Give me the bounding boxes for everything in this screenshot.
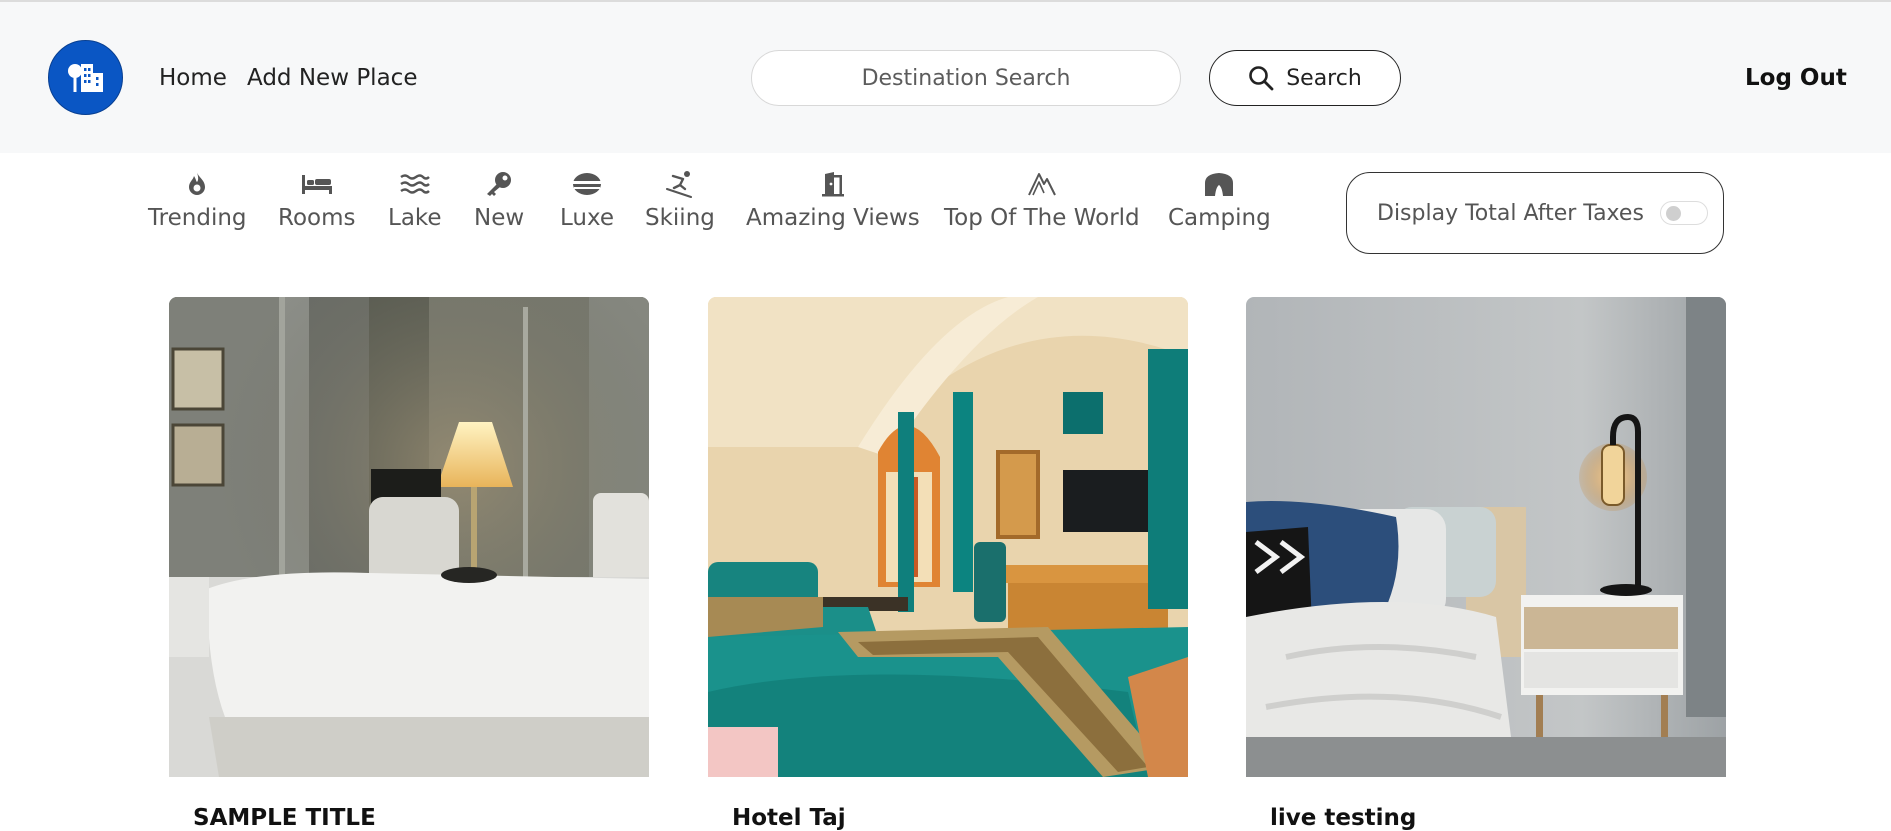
search-button[interactable]: Search — [1209, 50, 1401, 106]
filter-luxe[interactable]: Luxe — [560, 167, 614, 231]
listing-image[interactable] — [169, 297, 649, 777]
listing-title[interactable]: Hotel Taj — [732, 805, 846, 831]
tax-toggle-box: Display Total After Taxes — [1346, 172, 1724, 254]
filter-label: Camping — [1168, 205, 1271, 231]
bowl-icon — [572, 173, 603, 195]
listing-title[interactable]: SAMPLE TITLE — [193, 805, 376, 831]
bed-icon — [301, 175, 332, 194]
listing-card[interactable]: SAMPLE TITLE — [169, 297, 649, 831]
filter-top-of-the-world[interactable]: Top Of The World — [944, 167, 1140, 231]
filter-amazing-views[interactable]: Amazing Views — [746, 167, 920, 231]
listing-title[interactable]: live testing — [1270, 805, 1416, 831]
search-button-label: Search — [1286, 65, 1362, 91]
logout-link[interactable]: Log Out — [1745, 65, 1847, 91]
filter-skiing[interactable]: Skiing — [645, 167, 715, 231]
search-icon — [1249, 66, 1274, 91]
filter-label: New — [474, 205, 525, 231]
tent-icon — [1205, 173, 1234, 196]
city-icon — [67, 63, 103, 92]
tax-toggle-label: Display Total After Taxes — [1377, 200, 1644, 226]
filter-lake[interactable]: Lake — [388, 167, 442, 231]
filter-label: Rooms — [278, 205, 356, 231]
filter-label: Luxe — [560, 205, 615, 231]
logo[interactable] — [48, 40, 123, 115]
skiing-icon — [665, 171, 692, 198]
water-icon — [400, 174, 430, 194]
fire-icon — [189, 172, 206, 195]
filter-rooms[interactable]: Rooms — [278, 167, 355, 231]
filter-label: Trending — [148, 205, 247, 231]
filter-label: Lake — [388, 205, 442, 231]
filter-camping[interactable]: Camping — [1168, 167, 1271, 231]
mountain-icon — [1027, 173, 1056, 196]
listing-image[interactable] — [708, 297, 1188, 777]
listing-card[interactable]: Hotel Taj — [708, 297, 1188, 831]
listing-card[interactable]: live testing — [1246, 297, 1726, 831]
tax-toggle-switch[interactable] — [1659, 201, 1708, 225]
destination-search-input[interactable] — [751, 50, 1181, 106]
filter-label: Amazing Views — [746, 205, 920, 231]
key-icon — [487, 172, 512, 196]
filter-label: Top Of The World — [944, 205, 1140, 231]
nav-add-new-place-link[interactable]: Add New Place — [247, 65, 417, 91]
filter-new[interactable]: New — [474, 167, 524, 231]
door-icon — [821, 172, 844, 197]
listing-image[interactable] — [1246, 297, 1726, 777]
filter-label: Skiing — [645, 205, 715, 231]
nav-home-link[interactable]: Home — [159, 65, 227, 91]
filter-trending[interactable]: Trending — [148, 167, 247, 231]
navbar: Home Add New Place Search Log Out — [0, 2, 1891, 153]
